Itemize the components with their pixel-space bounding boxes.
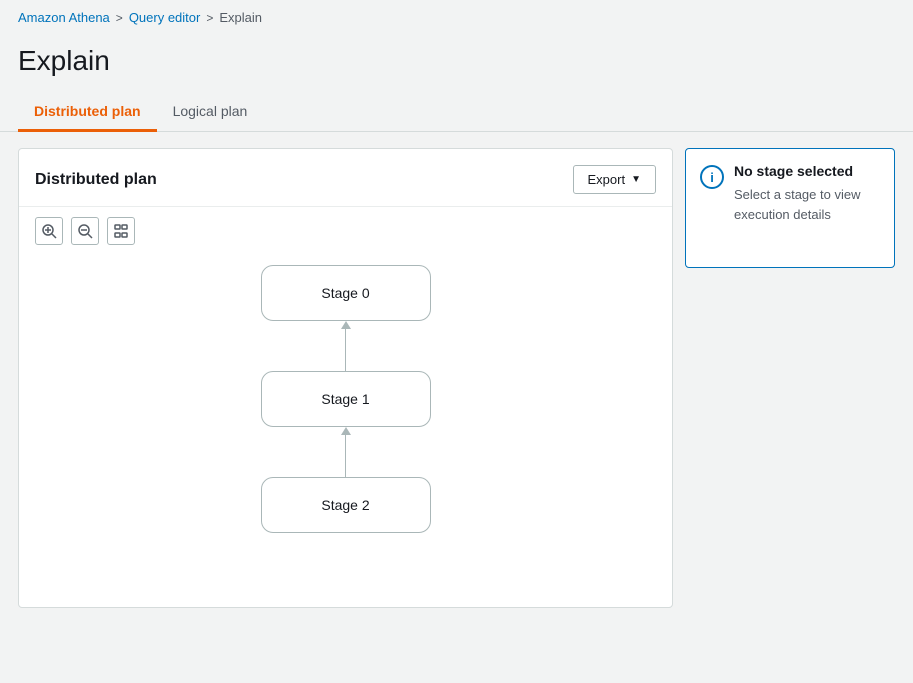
tab-distributed-plan[interactable]: Distributed plan	[18, 93, 157, 132]
breadcrumb: Amazon Athena > Query editor > Explain	[0, 0, 913, 35]
plan-panel: Distributed plan Export ▼	[18, 148, 673, 608]
info-panel: i No stage selected Select a stage to vi…	[685, 148, 895, 268]
page-header: Explain	[0, 35, 913, 77]
stage-0-box[interactable]: Stage 0	[261, 265, 431, 321]
info-icon-label: i	[710, 170, 714, 185]
breadcrumb-current: Explain	[219, 10, 262, 25]
zoom-out-icon	[77, 223, 93, 239]
zoom-out-button[interactable]	[71, 217, 99, 245]
export-label: Export	[588, 172, 626, 187]
main-content: Distributed plan Export ▼	[0, 132, 913, 624]
zoom-in-button[interactable]	[35, 217, 63, 245]
plan-panel-title: Distributed plan	[35, 171, 157, 189]
info-icon: i	[700, 165, 724, 189]
diagram-area: Stage 0 Stage 1 Stage 2	[19, 255, 672, 607]
arrow-line-1-2	[345, 435, 346, 477]
arrow-1-2	[341, 427, 351, 477]
info-title: No stage selected	[734, 163, 880, 179]
breadcrumb-amazon-athena[interactable]: Amazon Athena	[18, 10, 110, 25]
stage-2-box[interactable]: Stage 2	[261, 477, 431, 533]
zoom-in-icon	[41, 223, 57, 239]
tab-logical-plan[interactable]: Logical plan	[157, 93, 264, 132]
info-description: Select a stage to view execution details	[734, 185, 880, 224]
export-arrow-icon: ▼	[631, 174, 641, 185]
stage-1-label: Stage 1	[321, 391, 369, 407]
arrow-line-0-1	[345, 329, 346, 371]
fit-view-button[interactable]	[107, 217, 135, 245]
breadcrumb-sep-2: >	[206, 11, 213, 25]
fit-view-icon	[113, 223, 129, 239]
stage-2-label: Stage 2	[321, 497, 369, 513]
zoom-controls	[19, 207, 672, 255]
stage-0-label: Stage 0	[321, 285, 369, 301]
stage-1-box[interactable]: Stage 1	[261, 371, 431, 427]
tabs-bar: Distributed plan Logical plan	[0, 93, 913, 132]
arrow-head-0-1	[341, 321, 351, 329]
info-text: No stage selected Select a stage to view…	[734, 163, 880, 224]
plan-panel-header: Distributed plan Export ▼	[19, 149, 672, 207]
page-title: Explain	[18, 45, 895, 77]
arrow-head-1-2	[341, 427, 351, 435]
breadcrumb-sep-1: >	[116, 11, 123, 25]
breadcrumb-query-editor[interactable]: Query editor	[129, 10, 201, 25]
arrow-0-1	[341, 321, 351, 371]
export-button[interactable]: Export ▼	[573, 165, 656, 194]
